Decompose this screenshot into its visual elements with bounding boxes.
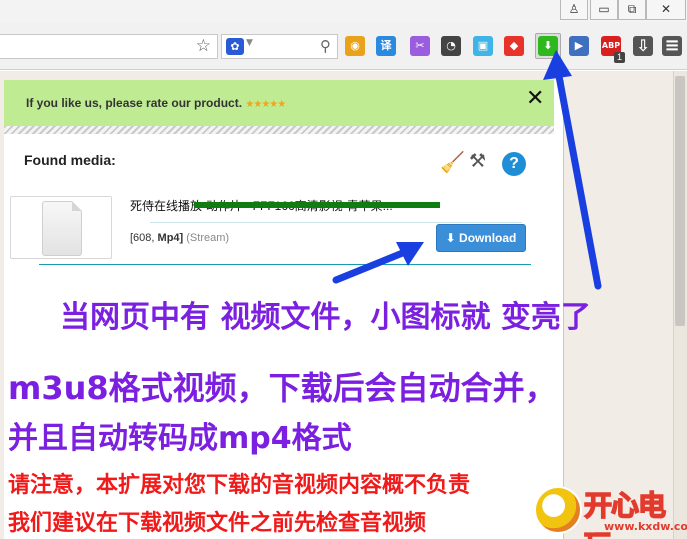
scissors-icon[interactable]: ✂ [410,36,430,56]
owl-icon[interactable]: ◔ [441,36,461,56]
annotation-line-5: 我们建议在下载视频文件之前先检查音视频 [8,511,427,536]
close-window-button[interactable]: ✕ [646,0,686,20]
found-media-label: Found media: [24,152,116,168]
media-separator [150,222,522,223]
scrollbar-thumb[interactable] [675,76,685,326]
banner-edge [4,126,554,134]
bookmark-star-icon[interactable]: ☆ [196,36,211,56]
shield-icon-glyph: ◆ [509,39,519,52]
chrome-icon-glyph: ◉ [350,39,360,52]
window-titlebar: ♙ ▭ ⧉ ✕ [0,0,687,22]
adblock-badge: 1 [614,52,625,63]
media-thumbnail [10,196,112,259]
file-icon [42,201,82,256]
screenshot-icon[interactable]: ▣ [473,36,493,56]
media-divider [39,264,531,265]
search-engine-dropdown-icon[interactable]: ▼ [246,38,253,48]
watermark-url: www.kxdw.com [604,520,687,533]
downloads-icon-glyph: ⇩ [636,36,650,55]
download-icon: ⬇ [445,231,456,245]
mascot-icon [534,486,582,534]
downloads-icon[interactable]: ⇩ [633,36,653,56]
address-bar[interactable]: ☆ [0,34,218,59]
rate-message[interactable]: If you like us, please rate our product.… [26,96,286,110]
owl-icon-glyph: ◔ [446,39,456,52]
translate-icon-glyph: 译 [380,39,392,52]
adblock-icon-glyph: ABP [601,41,621,50]
browser-toolbar: ☆ ✿ ▼ ⚲ ◉ 译 ✂ ◔ ▣ ◆ ⬇ ▶ ABP 1 ⇩ ≡ [0,22,687,70]
annotation-line-2: m3u8格式视频，下载后会自动合并， [8,369,557,407]
media-size: [608, [130,232,155,244]
annotation-line-1: 当网页中有 视频文件，小图标就 变亮了 [60,300,591,335]
user-icon[interactable]: ♙ [560,0,588,20]
translate-icon[interactable]: 译 [376,36,396,56]
menu-icon[interactable]: ≡ [662,36,682,56]
download-arrow-icon-glyph: ⬇ [543,39,553,52]
redaction-bar [194,202,440,208]
rate-banner: If you like us, please rate our product.… [4,80,554,126]
close-icon[interactable]: ✕ [526,86,544,111]
shield-icon[interactable]: ◆ [504,36,524,56]
search-box[interactable]: ✿ ▼ ⚲ [221,34,338,59]
restore-button[interactable]: ⧉ [618,0,646,20]
media-meta: [608, Mp4] (Stream) [130,232,229,244]
bookmark-icon[interactable]: ▶ [569,36,589,56]
download-arrow-icon[interactable]: ⬇ [538,36,558,56]
tools-icon[interactable]: ⚒ [469,150,486,172]
download-button[interactable]: ⬇ Download [436,224,526,252]
bookmark-icon-glyph: ▶ [574,39,584,52]
download-button-label: Download [459,231,517,245]
help-icon[interactable]: ? [502,152,526,176]
minimize-button[interactable]: ▭ [590,0,618,20]
scissors-icon-glyph: ✂ [415,39,425,52]
menu-icon-glyph: ≡ [664,35,680,56]
watermark-logo: 开心电玩 www.kxdw.com [528,476,687,539]
baidu-paw-icon[interactable]: ✿ [226,38,244,55]
chrome-icon[interactable]: ◉ [345,36,365,56]
media-format: Mp4] [157,232,184,244]
media-stream-type: (Stream) [186,232,230,244]
search-icon[interactable]: ⚲ [320,37,331,55]
rating-stars-icon[interactable]: ★★★★★ [245,99,286,110]
annotation-line-4: 请注意，本扩展对您下载的音视频内容概不负责 [8,473,471,498]
broom-icon[interactable]: 🧹 [440,150,465,174]
screenshot-icon-glyph: ▣ [477,39,489,52]
annotation-line-3: 并且自动转码成mp4格式 [8,421,352,456]
rate-text: If you like us, please rate our product. [26,96,243,110]
